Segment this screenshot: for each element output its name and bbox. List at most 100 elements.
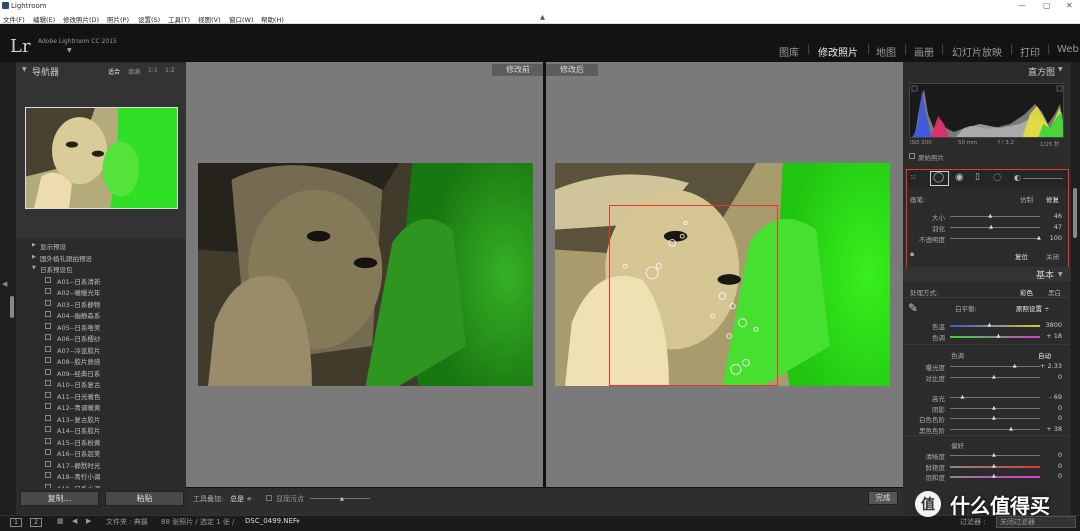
module-print[interactable]: 打印 <box>1020 44 1040 59</box>
slider-knob[interactable]: ▲ <box>992 452 996 458</box>
slider-value[interactable]: 0 <box>1058 373 1062 381</box>
preset-item[interactable]: A19--日系小调 <box>16 482 186 488</box>
preset-item[interactable]: A16--日系超美 <box>16 447 186 458</box>
slider-value[interactable]: - 69 <box>1049 393 1062 401</box>
slider-knob[interactable]: ▲ <box>989 224 993 230</box>
menu-file[interactable]: 文件(F) <box>3 14 25 24</box>
slider-value[interactable]: 0 <box>1058 462 1062 470</box>
chevron-down-icon[interactable]: ▼ <box>296 519 300 525</box>
preset-item[interactable]: A14--日系胶片 <box>16 424 186 435</box>
menu-develop[interactable]: 修改照片(D) <box>63 14 99 24</box>
preset-item[interactable]: A03--日系静物 <box>16 298 186 309</box>
slider-knob[interactable]: ▲ <box>988 213 992 219</box>
source-folder[interactable]: 文件夹 : 典摄 <box>106 517 148 527</box>
preset-item[interactable]: A09--经典日系 <box>16 367 186 378</box>
left-scrollbar[interactable] <box>10 296 14 318</box>
clone-mode[interactable]: 仿制 <box>1020 194 1033 204</box>
triangle-right-icon[interactable]: ▶ <box>32 243 36 248</box>
slider-knob[interactable]: ▲ <box>992 463 996 469</box>
slider-knob[interactable]: ▲ <box>1013 363 1017 369</box>
slider-value[interactable]: + 2.33 <box>1040 362 1062 370</box>
slider-value[interactable]: 47 <box>1054 223 1062 231</box>
filename[interactable]: DSC_0499.NEF <box>245 517 297 525</box>
menu-photo[interactable]: 照片(P) <box>107 14 129 24</box>
nav-zoom-1-2[interactable]: 1:2 <box>165 67 175 74</box>
slider-track[interactable] <box>950 216 1040 217</box>
visualize-spots-checkbox[interactable] <box>266 495 272 501</box>
preset-item[interactable]: A15--日系粉黄 <box>16 436 186 447</box>
module-develop[interactable]: 修改照片 <box>818 44 858 59</box>
slider-track[interactable] <box>950 227 1040 228</box>
minimize-icon[interactable]: — <box>1018 1 1026 10</box>
reset-icon[interactable]: ▪ <box>910 250 914 258</box>
slider-track[interactable] <box>950 366 1040 367</box>
original-photo-checkbox[interactable] <box>909 153 915 159</box>
treatment-bw[interactable]: 黑白 <box>1048 287 1061 297</box>
grid-view-icon[interactable]: ▦ <box>57 517 64 525</box>
menu-tools[interactable]: 工具(T) <box>168 14 190 24</box>
menu-view[interactable]: 视图(V) <box>198 14 221 24</box>
slider-track[interactable] <box>950 238 1040 239</box>
preset-item[interactable]: A06--日系樱纱 <box>16 332 186 343</box>
module-slideshow[interactable]: 幻灯片放映 <box>952 44 1002 59</box>
navigator-thumbnail[interactable] <box>25 107 178 209</box>
preset-item[interactable]: A12--青调暖黄 <box>16 401 186 412</box>
module-book[interactable]: 画册 <box>914 44 934 59</box>
copy-button[interactable]: 复制... <box>20 491 99 506</box>
slider-track[interactable] <box>950 336 1040 338</box>
slider-knob[interactable]: ▲ <box>1037 235 1041 241</box>
before-photo[interactable] <box>198 163 533 386</box>
preset-folder[interactable]: ▶ 国外植礼跟拍预设 <box>16 252 186 263</box>
preset-folder[interactable]: ▼ 日系预设包 <box>16 263 186 274</box>
triangle-down-icon[interactable]: ▼ <box>1058 66 1063 73</box>
auto-tone-button[interactable]: 自动 <box>1038 350 1051 360</box>
page-1-button[interactable]: 1 <box>10 518 22 527</box>
module-map[interactable]: 地图 <box>876 44 896 59</box>
slider-knob[interactable]: ▲ <box>992 405 996 411</box>
triangle-down-icon[interactable]: ▼ <box>22 66 27 73</box>
preset-item[interactable]: A05--日系唯美 <box>16 321 186 332</box>
tool-overlay-select[interactable]: 总是 ÷ <box>230 494 252 504</box>
menu-window[interactable]: 窗口(W) <box>229 14 254 24</box>
collapse-left-icon[interactable]: ◀ <box>2 280 7 288</box>
slider-value[interactable]: 0 <box>1058 404 1062 412</box>
slider-value[interactable]: + 38 <box>1046 425 1062 433</box>
slider-knob-icon[interactable]: ▲ <box>340 496 344 502</box>
preset-item[interactable]: A07--冷蓝胶片 <box>16 344 186 355</box>
page-2-button[interactable]: 2 <box>30 518 42 527</box>
nav-zoom-1-1[interactable]: 1:1 <box>148 67 158 74</box>
slider-knob[interactable]: ▲ <box>997 333 1001 339</box>
slider-value[interactable]: 0 <box>1058 451 1062 459</box>
right-panel-edge[interactable] <box>1071 62 1080 515</box>
nav-zoom-fit[interactable]: 适合 <box>108 67 120 76</box>
wb-select[interactable]: 原照设置 ÷ <box>1016 303 1050 313</box>
slider-knob[interactable]: ▲ <box>988 322 992 328</box>
triangle-right-icon[interactable]: ▶ <box>32 254 36 260</box>
right-scrollbar[interactable] <box>1073 188 1077 238</box>
slider-value[interactable]: 0 <box>1058 414 1062 422</box>
left-panel-edge[interactable]: ◀ <box>0 62 16 515</box>
heal-mode[interactable]: 修复 <box>1046 194 1059 204</box>
slider-value[interactable]: 3800 <box>1045 321 1062 329</box>
slider-value[interactable]: 46 <box>1054 212 1062 220</box>
menu-help[interactable]: 帮助(H) <box>261 14 284 24</box>
paste-button[interactable]: 粘贴 <box>105 491 184 506</box>
preset-item[interactable]: A04--幽静森系 <box>16 309 186 320</box>
reset-button[interactable]: 复位 <box>1015 251 1028 261</box>
slider-value[interactable]: 100 <box>1050 234 1062 242</box>
forward-arrow-icon[interactable]: ▶ <box>86 517 91 525</box>
module-library[interactable]: 图库 <box>779 44 799 59</box>
nav-zoom-fill[interactable]: 填满 <box>128 67 140 76</box>
triangle-down-icon[interactable]: ▼ <box>32 265 36 271</box>
collapse-up-icon[interactable]: ▲ <box>540 13 545 21</box>
preset-item[interactable]: A02--暖暖光年 <box>16 286 186 297</box>
slider-knob[interactable]: ▲ <box>992 415 996 421</box>
menu-edit[interactable]: 编辑(E) <box>33 14 55 24</box>
done-button[interactable]: 完成 <box>868 491 898 505</box>
preset-item[interactable]: A17--静默时光 <box>16 459 186 470</box>
slider-knob[interactable]: ▲ <box>1009 426 1013 432</box>
preset-item[interactable]: A18--青柠小调 <box>16 470 186 481</box>
slider-track[interactable] <box>950 325 1040 327</box>
back-arrow-icon[interactable]: ◀ <box>72 517 77 525</box>
preset-item[interactable]: A08--胶片质感 <box>16 355 186 366</box>
